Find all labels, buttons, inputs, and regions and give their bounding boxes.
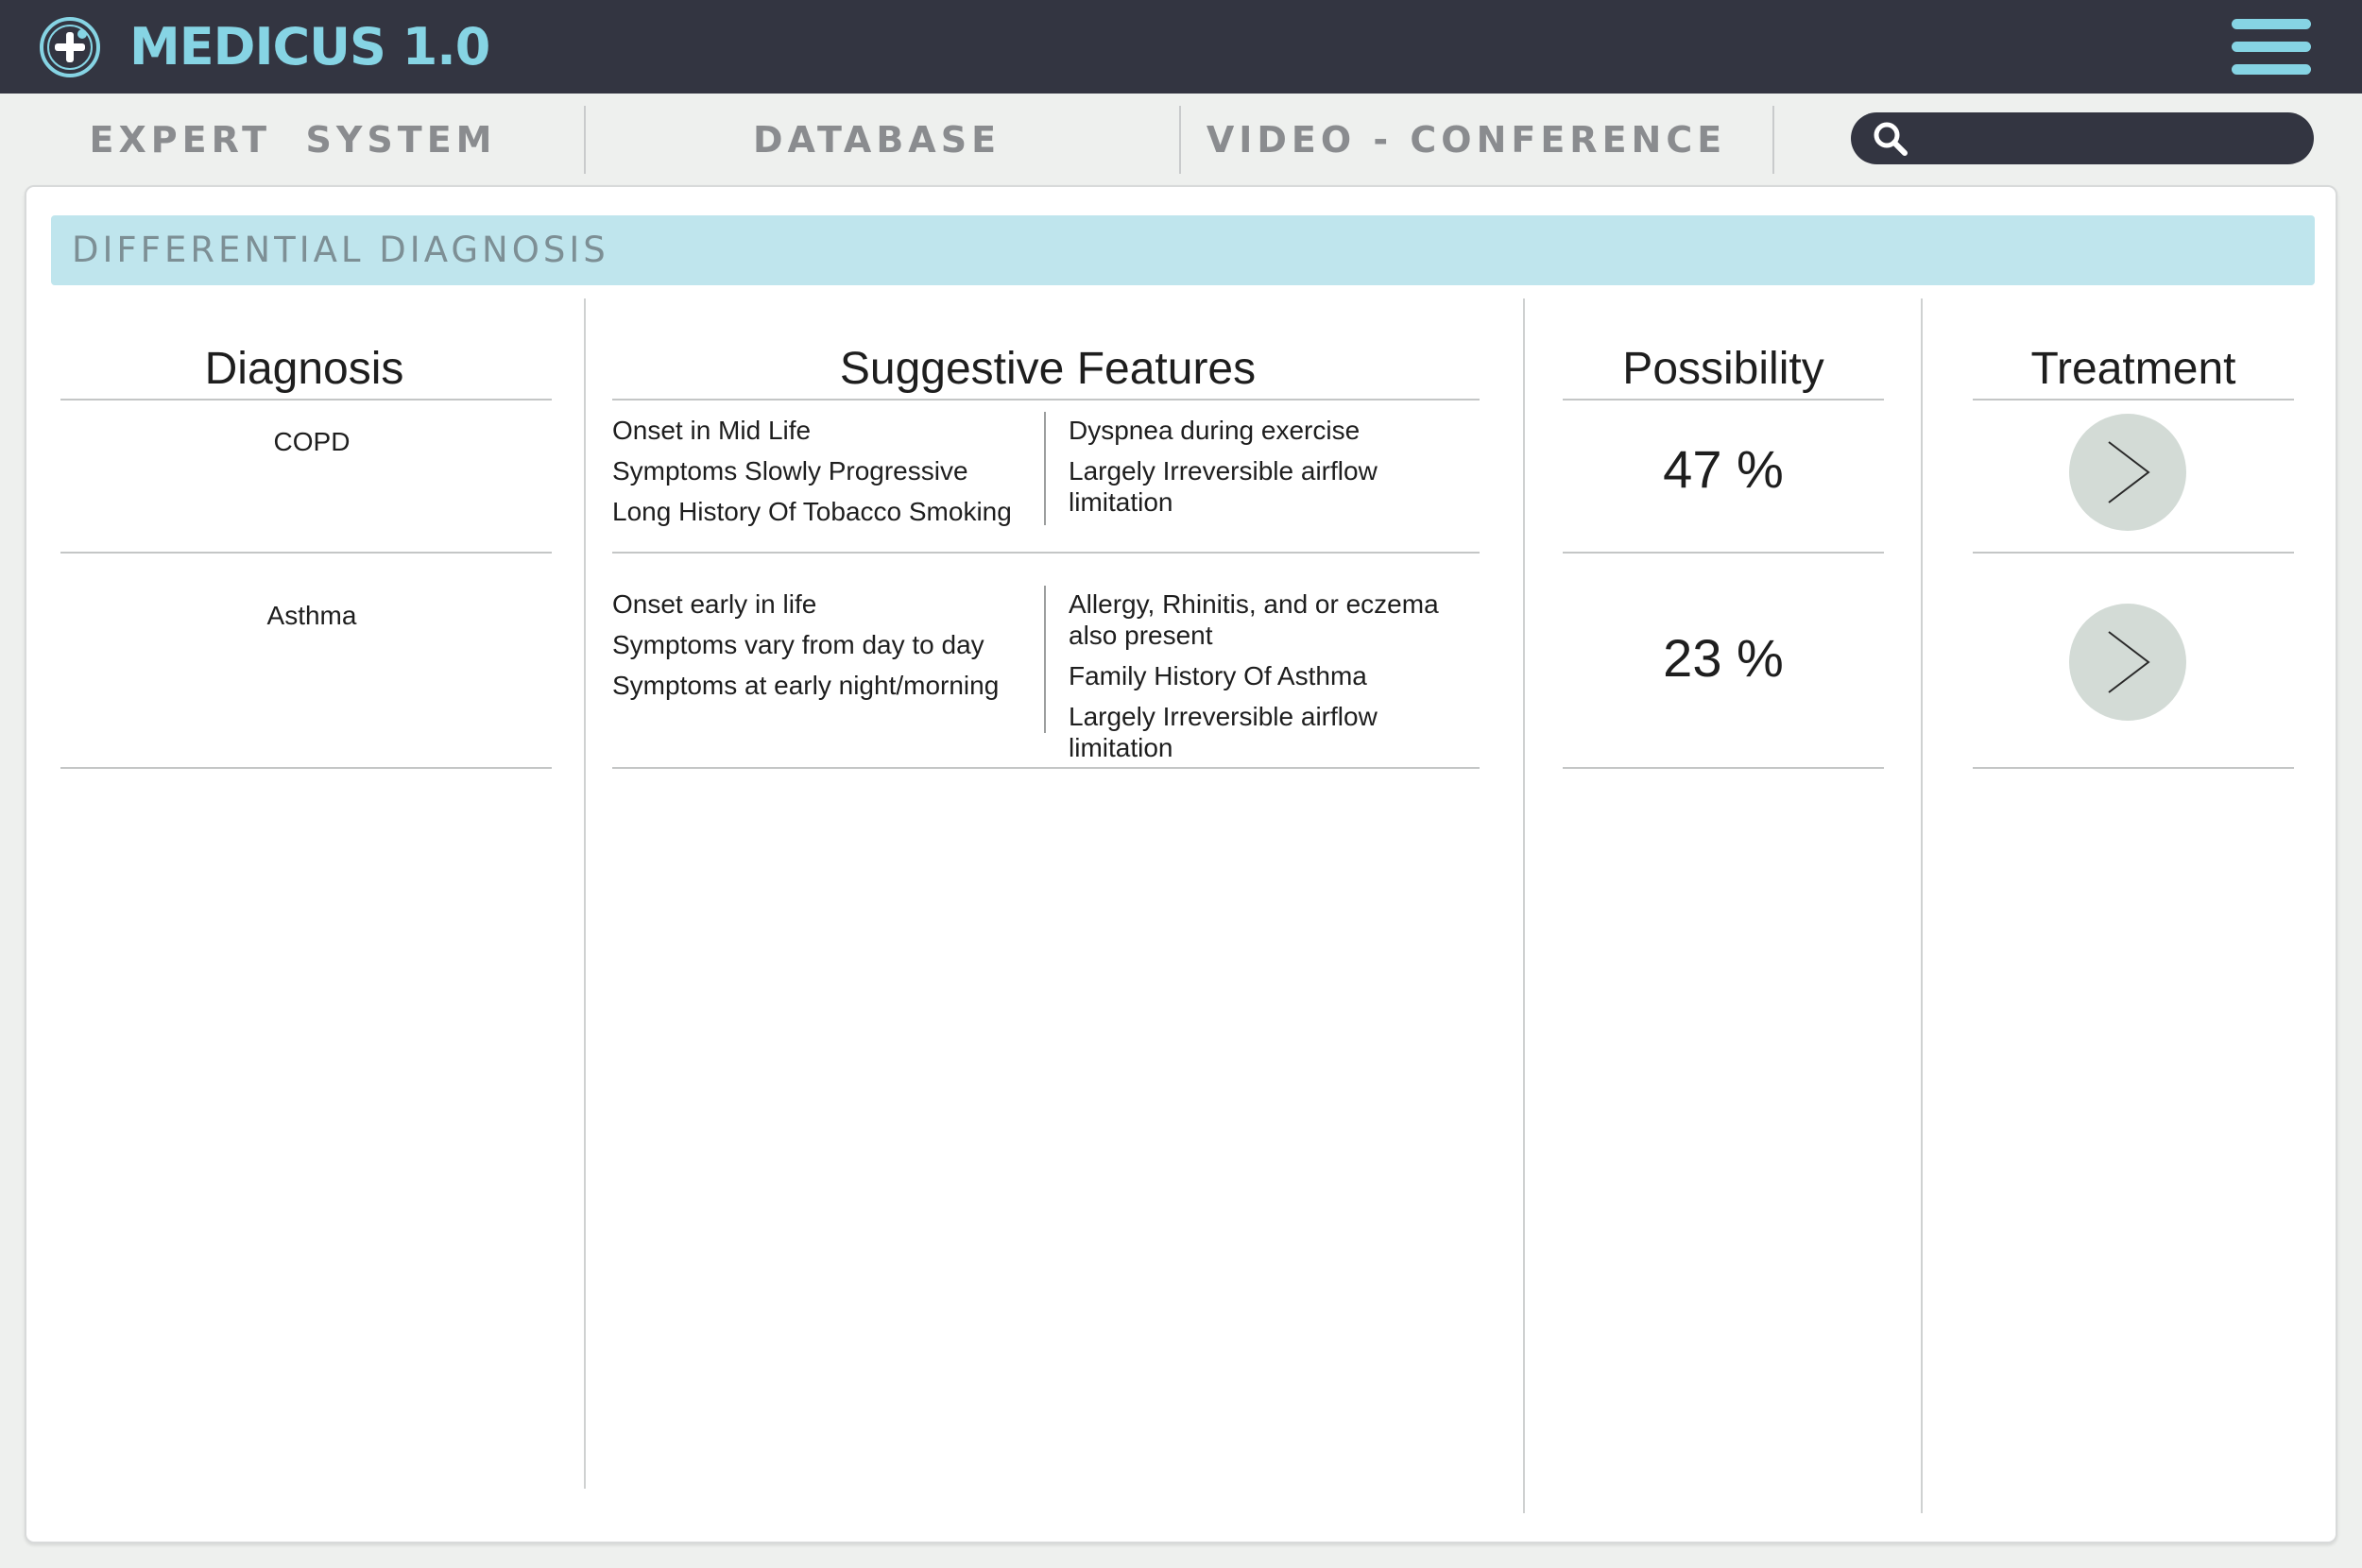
possibility-value: 47 %: [1663, 439, 1784, 499]
row-divider: [1563, 767, 1884, 769]
row-divider: [1973, 767, 2294, 769]
list-item: Allergy, Rhinitis, and or eczema also pr…: [1069, 589, 1439, 650]
tab-divider: [1772, 106, 1774, 174]
tab-database[interactable]: DATABASE: [612, 106, 1141, 174]
section-title: DIFFERENTIAL DIAGNOSIS: [51, 215, 2315, 285]
differential-diagnosis-card: DIFFERENTIAL DIAGNOSIS Diagnosis Suggest…: [25, 185, 2337, 1543]
row-divider: [612, 552, 1480, 554]
row-divider: [1563, 552, 1884, 554]
chevron-right-icon: [2108, 441, 2150, 503]
column-divider: [584, 298, 586, 1489]
search-input[interactable]: [1909, 112, 2314, 164]
feature-divider: [1044, 412, 1046, 525]
header-underline: [1563, 399, 1884, 401]
tab-divider: [584, 106, 586, 174]
list-item: Long History Of Tobacco Smoking: [612, 497, 1012, 526]
menu-button[interactable]: [2232, 19, 2311, 76]
row-divider: [612, 767, 1480, 769]
features-right: Allergy, Rhinitis, and or eczema also pr…: [1069, 588, 1484, 773]
list-item: Symptoms Slowly Progressive: [612, 456, 968, 486]
list-item: Dyspnea during exercise: [1069, 416, 1361, 445]
hamburger-icon: [2232, 19, 2311, 29]
feature-divider: [1044, 586, 1046, 733]
row-divider: [60, 767, 552, 769]
list-item: Family History Of Asthma: [1069, 661, 1367, 690]
app-title: MEDICUS 1.0: [129, 17, 490, 77]
list-item: Largely Irreversible airflow limitation: [1069, 702, 1378, 762]
column-divider: [1921, 298, 1923, 1513]
features-right: Dyspnea during exercise Largely Irrevers…: [1069, 415, 1484, 527]
chevron-right-icon: [2108, 631, 2150, 693]
list-item: Symptoms vary from day to day: [612, 630, 984, 659]
column-divider: [1523, 298, 1525, 1513]
header-underline: [1973, 399, 2294, 401]
column-header-treatment: Treatment: [2030, 344, 2236, 394]
search-icon: [1874, 122, 1908, 156]
list-item: Largely Irreversible airflow limitation: [1069, 456, 1378, 517]
header-underline: [60, 399, 552, 401]
list-item: Onset in Mid Life: [612, 416, 812, 445]
diagnosis-name: Asthma: [266, 601, 357, 630]
medical-plus-icon: [40, 17, 100, 77]
tab-divider: [1179, 106, 1181, 174]
row-divider: [1973, 552, 2294, 554]
possibility-value: 23 %: [1663, 628, 1784, 688]
row-divider: [60, 552, 552, 554]
features-left: Onset in Mid Life Symptoms Slowly Progre…: [612, 410, 1043, 532]
app-header: MEDICUS 1.0: [0, 0, 2362, 94]
column-header-suggestive-features: Suggestive Features: [839, 344, 1257, 394]
column-header-diagnosis: Diagnosis: [204, 344, 404, 394]
treatment-button[interactable]: [2069, 414, 2186, 531]
list-item: Symptoms at early night/morning: [612, 671, 1000, 700]
column-header-possibility: Possibility: [1622, 344, 1824, 394]
tab-video-conference[interactable]: VIDEO - CONFERENCE: [1192, 106, 1740, 174]
treatment-button[interactable]: [2069, 604, 2186, 721]
diagnosis-name: COPD: [273, 427, 351, 456]
header-underline: [612, 399, 1480, 401]
search-bar[interactable]: [1851, 112, 2314, 164]
list-item: Onset early in life: [612, 589, 817, 619]
features-left: Onset early in life Symptoms vary from d…: [612, 584, 1043, 706]
tab-expert-system[interactable]: EXPERT SYSTEM: [28, 106, 557, 174]
